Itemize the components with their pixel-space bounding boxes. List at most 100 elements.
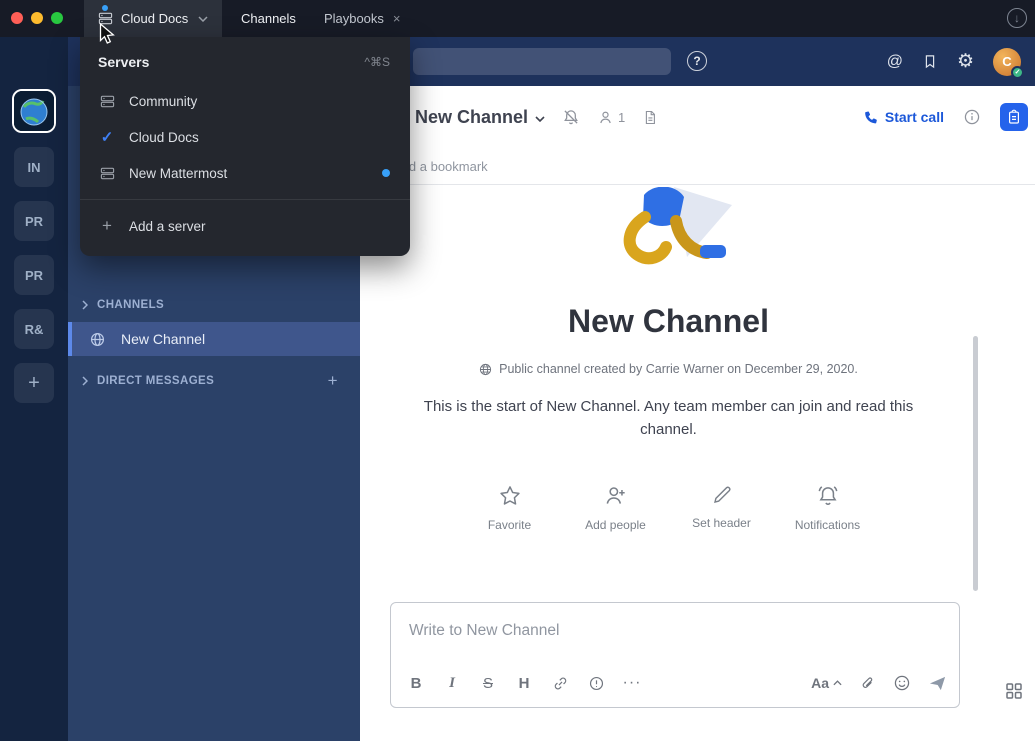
search-input[interactable]: [413, 48, 671, 75]
channels-category[interactable]: CHANNELS: [68, 296, 360, 314]
settings-gear-icon[interactable]: ⚙: [957, 50, 974, 73]
message-composer: B I S H ··· Aa: [390, 602, 960, 708]
online-status-badge: ✓: [1011, 66, 1024, 79]
italic-button[interactable]: I: [439, 670, 465, 696]
menu-item-new-mattermost[interactable]: New Mattermost: [80, 155, 410, 191]
unread-indicator-dot: [102, 5, 108, 11]
priority-icon[interactable]: [583, 670, 609, 696]
notifications-button[interactable]: Notifications: [792, 483, 864, 532]
apps-grid-icon[interactable]: [1004, 681, 1024, 701]
aa-label: Aa: [811, 675, 829, 691]
send-message-button[interactable]: [928, 674, 947, 693]
chevron-right-icon: [82, 300, 88, 310]
view-tabs: Channels Playbooks ×: [241, 0, 401, 37]
action-label: Notifications: [795, 518, 860, 532]
tab-playbooks[interactable]: Playbooks ×: [324, 11, 401, 26]
servers-menu-header: Servers ^⌘S: [80, 37, 410, 83]
chevron-down-icon: [198, 16, 208, 22]
link-button[interactable]: [547, 670, 573, 696]
strikethrough-button[interactable]: S: [475, 670, 501, 696]
channel-intro-description: This is the start of New Channel. Any te…: [399, 396, 939, 441]
server-icon: [98, 166, 116, 181]
server-dropdown-tab[interactable]: Cloud Docs: [84, 0, 222, 37]
set-header-button[interactable]: Set header: [686, 483, 758, 532]
chevron-down-icon[interactable]: [535, 116, 545, 122]
byline-text: Public channel created by Carrie Warner …: [499, 362, 858, 376]
direct-messages-category[interactable]: DIRECT MESSAGES +: [68, 372, 360, 390]
server-tab-label: Cloud Docs: [121, 11, 188, 26]
add-team-button[interactable]: +: [14, 363, 54, 403]
pencil-icon: [710, 483, 734, 507]
check-icon: ✓: [98, 128, 116, 146]
channel-intro-illustration: [594, 187, 744, 283]
question-mark-glyph: ?: [693, 54, 700, 68]
team-button-r[interactable]: R&: [14, 309, 54, 349]
hide-formatting-button[interactable]: Aa: [811, 675, 842, 691]
channel-title[interactable]: New Channel: [415, 107, 528, 128]
close-tab-icon[interactable]: ×: [393, 11, 401, 26]
channel-info-icon[interactable]: [963, 108, 981, 126]
playbooks-rhs-button[interactable]: [1000, 103, 1028, 131]
team-button-pr1[interactable]: PR: [14, 201, 54, 241]
menu-item-community[interactable]: Community: [80, 83, 410, 119]
channel-intro-actions: Favorite Add people Set header: [360, 483, 977, 532]
start-call-button[interactable]: Start call: [863, 109, 944, 125]
menu-item-label: Community: [129, 94, 197, 109]
add-server-menu-item[interactable]: + Add a server: [80, 208, 410, 244]
action-label: Favorite: [488, 518, 531, 532]
chevron-right-icon: [82, 376, 88, 386]
add-person-icon: [603, 483, 629, 509]
channel-files-icon[interactable]: [642, 109, 658, 126]
tab-channels[interactable]: Channels: [241, 11, 296, 26]
minimize-window-button[interactable]: [31, 12, 43, 24]
emoji-picker-button[interactable]: [893, 674, 911, 692]
plus-icon: +: [98, 216, 116, 236]
window-controls: [11, 12, 63, 24]
bookmark-bar[interactable]: Add a bookmark: [360, 148, 1035, 185]
zoom-window-button[interactable]: [51, 12, 63, 24]
scrollbar[interactable]: [973, 336, 978, 591]
header-actions: @ ⚙ C ✓: [887, 37, 1021, 86]
window-titlebar: Cloud Docs Channels Playbooks × ↓: [0, 0, 1035, 37]
unread-indicator-dot: [382, 169, 390, 177]
tab-playbooks-label: Playbooks: [324, 11, 384, 26]
notifications-muted-icon[interactable]: [562, 108, 580, 126]
update-download-button[interactable]: ↓: [1007, 8, 1027, 28]
bold-button[interactable]: B: [403, 670, 429, 696]
menu-item-cloud-docs[interactable]: ✓ Cloud Docs: [80, 119, 410, 155]
servers-menu-shortcut: ^⌘S: [364, 55, 390, 69]
add-people-button[interactable]: Add people: [580, 483, 652, 532]
channels-category-label: CHANNELS: [97, 299, 164, 311]
dm-category-label: DIRECT MESSAGES: [97, 375, 214, 387]
team-button-in[interactable]: IN: [14, 147, 54, 187]
member-count: 1: [618, 110, 625, 125]
members-button[interactable]: 1: [597, 109, 625, 126]
channel-intro: New Channel Public channel created by Ca…: [360, 187, 977, 532]
user-avatar[interactable]: C ✓: [993, 48, 1021, 76]
globe-icon: [90, 332, 105, 347]
menu-divider: [80, 199, 410, 200]
at-mentions-icon[interactable]: @: [887, 53, 903, 71]
server-rail: IN PR PR R& +: [0, 37, 68, 741]
menu-item-label: New Mattermost: [129, 166, 227, 181]
add-direct-message-button[interactable]: +: [328, 371, 338, 391]
help-icon[interactable]: ?: [687, 51, 707, 71]
composer-toolbar: B I S H ··· Aa: [403, 665, 947, 701]
composer-right-actions: Aa: [811, 674, 947, 693]
app-window: Cloud Docs Channels Playbooks × ↓ ? @: [0, 0, 1035, 741]
attach-file-button[interactable]: [859, 675, 876, 692]
more-formatting-button[interactable]: ···: [619, 670, 645, 696]
close-window-button[interactable]: [11, 12, 23, 24]
active-server-avatar[interactable]: [12, 89, 56, 133]
server-icon: [98, 11, 113, 26]
channel-name-label: New Channel: [121, 331, 205, 347]
favorite-button[interactable]: Favorite: [474, 483, 546, 532]
clipboard-icon: [1006, 109, 1022, 125]
star-icon: [497, 483, 523, 509]
message-input[interactable]: [399, 611, 951, 651]
team-button-pr2[interactable]: PR: [14, 255, 54, 295]
heading-button[interactable]: H: [511, 670, 537, 696]
sidebar-channel-new-channel[interactable]: New Channel: [68, 322, 360, 356]
action-label: Set header: [692, 516, 751, 530]
saved-posts-icon[interactable]: [922, 53, 938, 70]
